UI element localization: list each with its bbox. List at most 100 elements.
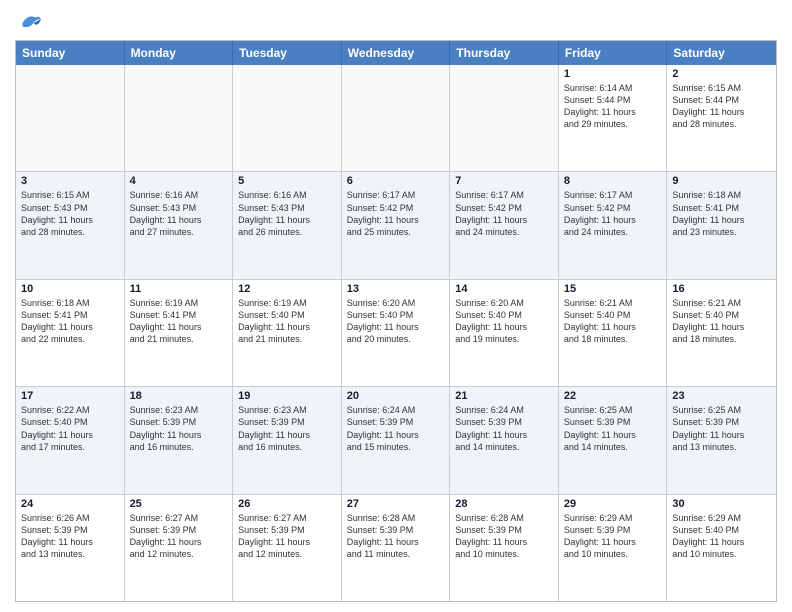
day-number: 12 (238, 283, 336, 295)
cell-info: Sunrise: 6:28 AMSunset: 5:39 PMDaylight:… (347, 512, 445, 561)
day-number: 14 (455, 283, 553, 295)
calendar-row: 10 Sunrise: 6:18 AMSunset: 5:41 PMDayligh… (16, 280, 776, 387)
cell-info: Sunrise: 6:17 AMSunset: 5:42 PMDaylight:… (564, 189, 662, 238)
cell-info: Sunrise: 6:19 AMSunset: 5:41 PMDaylight:… (130, 297, 228, 346)
day-number: 13 (347, 283, 445, 295)
cell-info: Sunrise: 6:25 AMSunset: 5:39 PMDaylight:… (672, 404, 771, 453)
day-number: 7 (455, 175, 553, 187)
calendar-cell: 26 Sunrise: 6:27 AMSunset: 5:39 PMDayligh… (233, 495, 342, 601)
header-cell-monday: Monday (125, 41, 234, 65)
day-number: 4 (130, 175, 228, 187)
day-number: 17 (21, 390, 119, 402)
day-number: 19 (238, 390, 336, 402)
calendar-cell: 16 Sunrise: 6:21 AMSunset: 5:40 PMDayligh… (667, 280, 776, 386)
cell-info: Sunrise: 6:26 AMSunset: 5:39 PMDaylight:… (21, 512, 119, 561)
cell-info: Sunrise: 6:16 AMSunset: 5:43 PMDaylight:… (238, 189, 336, 238)
cell-info: Sunrise: 6:27 AMSunset: 5:39 PMDaylight:… (130, 512, 228, 561)
header-cell-sunday: Sunday (16, 41, 125, 65)
calendar-cell: 7 Sunrise: 6:17 AMSunset: 5:42 PMDaylight… (450, 172, 559, 278)
calendar-cell: 11 Sunrise: 6:19 AMSunset: 5:41 PMDayligh… (125, 280, 234, 386)
calendar-cell: 25 Sunrise: 6:27 AMSunset: 5:39 PMDayligh… (125, 495, 234, 601)
calendar-cell: 9 Sunrise: 6:18 AMSunset: 5:41 PMDaylight… (667, 172, 776, 278)
header (15, 10, 777, 34)
cell-info: Sunrise: 6:28 AMSunset: 5:39 PMDaylight:… (455, 512, 553, 561)
cell-info: Sunrise: 6:19 AMSunset: 5:40 PMDaylight:… (238, 297, 336, 346)
calendar-cell (233, 65, 342, 171)
calendar-cell: 19Sunrise: 6:23 AMSunset: 5:39 PMDayligh… (233, 387, 342, 493)
day-number: 30 (672, 498, 771, 510)
calendar-row: 17 Sunrise: 6:22 AMSunset: 5:40 PMDayligh… (16, 387, 776, 494)
header-cell-wednesday: Wednesday (342, 41, 451, 65)
day-number: 28 (455, 498, 553, 510)
day-number: 21 (455, 390, 553, 402)
calendar-cell: 17 Sunrise: 6:22 AMSunset: 5:40 PMDayligh… (16, 387, 125, 493)
cell-info: Sunrise: 6:14 AMSunset: 5:44 PMDaylight:… (564, 82, 662, 131)
header-cell-friday: Friday (559, 41, 668, 65)
cell-info: Sunrise: 6:29 AMSunset: 5:40 PMDaylight:… (672, 512, 771, 561)
cell-info: Sunrise: 6:21 AMSunset: 5:40 PMDaylight:… (672, 297, 771, 346)
day-number: 26 (238, 498, 336, 510)
calendar-cell: 2 Sunrise: 6:15 AMSunset: 5:44 PMDaylight… (667, 65, 776, 171)
cell-info: Sunrise: 6:20 AMSunset: 5:40 PMDaylight:… (455, 297, 553, 346)
calendar-cell: 4 Sunrise: 6:16 AMSunset: 5:43 PMDaylight… (125, 172, 234, 278)
calendar-cell: 5 Sunrise: 6:16 AMSunset: 5:43 PMDaylight… (233, 172, 342, 278)
day-number: 9 (672, 175, 771, 187)
day-number: 2 (672, 68, 771, 80)
calendar-cell: 8Sunrise: 6:17 AMSunset: 5:42 PMDaylight… (559, 172, 668, 278)
page: SundayMondayTuesdayWednesdayThursdayFrid… (0, 0, 792, 612)
cell-info: Sunrise: 6:21 AMSunset: 5:40 PMDaylight:… (564, 297, 662, 346)
cell-info: Sunrise: 6:24 AMSunset: 5:39 PMDaylight:… (455, 404, 553, 453)
logo (15, 10, 47, 34)
day-number: 24 (21, 498, 119, 510)
day-number: 6 (347, 175, 445, 187)
calendar-row: 24 Sunrise: 6:26 AMSunset: 5:39 PMDayligh… (16, 495, 776, 601)
cell-info: Sunrise: 6:24 AMSunset: 5:39 PMDaylight:… (347, 404, 445, 453)
day-number: 18 (130, 390, 228, 402)
calendar-row: 1 Sunrise: 6:14 AMSunset: 5:44 PMDaylight… (16, 65, 776, 172)
day-number: 5 (238, 175, 336, 187)
day-number: 11 (130, 283, 228, 295)
cell-info: Sunrise: 6:16 AMSunset: 5:43 PMDaylight:… (130, 189, 228, 238)
calendar-cell: 13 Sunrise: 6:20 AMSunset: 5:40 PMDayligh… (342, 280, 451, 386)
calendar-cell (125, 65, 234, 171)
cell-info: Sunrise: 6:29 AMSunset: 5:39 PMDaylight:… (564, 512, 662, 561)
day-number: 10 (21, 283, 119, 295)
cell-info: Sunrise: 6:20 AMSunset: 5:40 PMDaylight:… (347, 297, 445, 346)
calendar-cell: 18 Sunrise: 6:23 AMSunset: 5:39 PMDayligh… (125, 387, 234, 493)
cell-info: Sunrise: 6:22 AMSunset: 5:40 PMDaylight:… (21, 404, 119, 453)
day-number: 15 (564, 283, 662, 295)
calendar-body: 1 Sunrise: 6:14 AMSunset: 5:44 PMDaylight… (16, 65, 776, 601)
day-number: 29 (564, 498, 662, 510)
calendar-cell (16, 65, 125, 171)
cell-info: Sunrise: 6:18 AMSunset: 5:41 PMDaylight:… (21, 297, 119, 346)
calendar-cell (342, 65, 451, 171)
calendar-row: 3Sunrise: 6:15 AMSunset: 5:43 PMDaylight… (16, 172, 776, 279)
calendar-cell: 3Sunrise: 6:15 AMSunset: 5:43 PMDaylight… (16, 172, 125, 278)
cell-info: Sunrise: 6:17 AMSunset: 5:42 PMDaylight:… (455, 189, 553, 238)
day-number: 27 (347, 498, 445, 510)
cell-info: Sunrise: 6:27 AMSunset: 5:39 PMDaylight:… (238, 512, 336, 561)
calendar-cell: 10 Sunrise: 6:18 AMSunset: 5:41 PMDayligh… (16, 280, 125, 386)
day-number: 22 (564, 390, 662, 402)
calendar-cell: 1 Sunrise: 6:14 AMSunset: 5:44 PMDaylight… (559, 65, 668, 171)
day-number: 3 (21, 175, 119, 187)
calendar-cell: 23 Sunrise: 6:25 AMSunset: 5:39 PMDayligh… (667, 387, 776, 493)
header-cell-saturday: Saturday (667, 41, 776, 65)
calendar-cell: 28 Sunrise: 6:28 AMSunset: 5:39 PMDayligh… (450, 495, 559, 601)
calendar-cell (450, 65, 559, 171)
cell-info: Sunrise: 6:15 AMSunset: 5:44 PMDaylight:… (672, 82, 771, 131)
calendar-cell: 22Sunrise: 6:25 AMSunset: 5:39 PMDayligh… (559, 387, 668, 493)
cell-info: Sunrise: 6:18 AMSunset: 5:41 PMDaylight:… (672, 189, 771, 238)
calendar-cell: 12 Sunrise: 6:19 AMSunset: 5:40 PMDayligh… (233, 280, 342, 386)
header-cell-thursday: Thursday (450, 41, 559, 65)
calendar-cell: 21 Sunrise: 6:24 AMSunset: 5:39 PMDayligh… (450, 387, 559, 493)
cell-info: Sunrise: 6:23 AMSunset: 5:39 PMDaylight:… (130, 404, 228, 453)
calendar-cell: 27 Sunrise: 6:28 AMSunset: 5:39 PMDayligh… (342, 495, 451, 601)
day-number: 25 (130, 498, 228, 510)
day-number: 1 (564, 68, 662, 80)
calendar-cell: 15 Sunrise: 6:21 AMSunset: 5:40 PMDayligh… (559, 280, 668, 386)
day-number: 20 (347, 390, 445, 402)
header-cell-tuesday: Tuesday (233, 41, 342, 65)
day-number: 23 (672, 390, 771, 402)
day-number: 16 (672, 283, 771, 295)
